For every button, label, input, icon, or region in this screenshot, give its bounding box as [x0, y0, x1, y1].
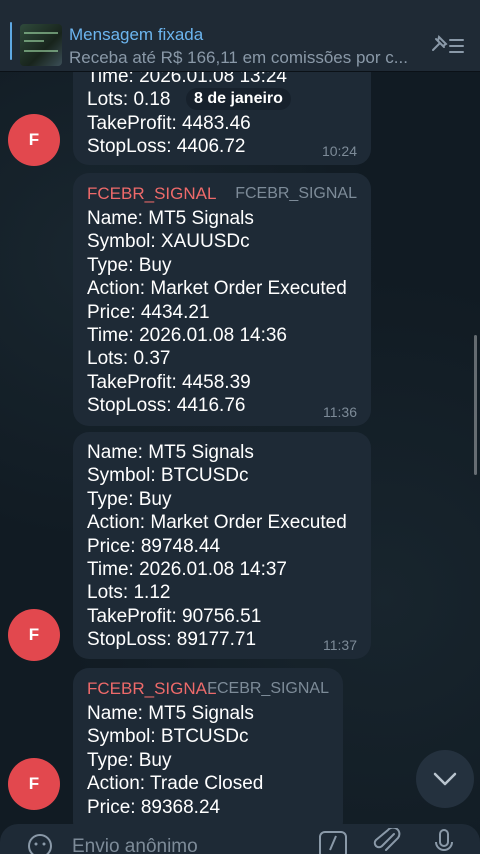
message-time: 10:24 — [321, 143, 357, 159]
message-line: Action: Trade Closed — [87, 773, 264, 795]
emoji-icon[interactable] — [26, 832, 54, 854]
message-line: StopLoss: 4416.76 — [87, 395, 246, 417]
message-line: Type: Buy — [87, 749, 172, 771]
message-bubble-3[interactable]: Name: MT5 Signals Symbol: BTCUSDc Type: … — [73, 432, 371, 659]
message-line: Name: MT5 Signals — [87, 208, 254, 229]
message-line: Lots: 0.37 — [87, 348, 171, 370]
sender-name[interactable]: FCEBR_SIGNAL — [87, 678, 216, 700]
post-signature: FCEBR_SIGNAL — [235, 185, 357, 202]
message-line: TakeProfit: 4458.39 — [87, 371, 251, 393]
message-line: Price: 4434.21 — [87, 301, 210, 323]
message-line: Time: 2026.01.08 14:36 — [87, 325, 287, 347]
avatar[interactable]: F — [8, 609, 60, 661]
message-line: Name: MT5 Signals — [87, 442, 254, 463]
message-line: StopLoss: 4406.72 — [87, 136, 246, 158]
message-line: Name: MT5 Signals — [87, 703, 254, 724]
paperclip-icon[interactable] — [372, 828, 402, 854]
date-pill: 8 de janeiro — [186, 88, 291, 110]
pin-list-icon[interactable] — [430, 34, 466, 56]
avatar[interactable]: F — [8, 758, 60, 810]
pinned-text: Receba até R$ 166,11 em comissões por c.… — [69, 48, 408, 67]
microphone-icon[interactable] — [432, 828, 456, 854]
pinned-indicator — [10, 22, 12, 60]
pinned-thumbnail — [20, 24, 62, 66]
message-line: TakeProfit: 4483.46 — [87, 112, 251, 134]
message-line: Action: Market Order Executed — [87, 512, 347, 534]
avatar[interactable]: F — [8, 114, 60, 166]
message-line: Type: Buy — [87, 254, 172, 276]
message-line: Type: Buy — [87, 488, 172, 510]
message-line: Symbol: BTCUSDc — [87, 465, 249, 487]
message-line: Symbol: XAUUSDc — [87, 231, 250, 253]
pinned-message-bar[interactable]: Mensagem fixada Receba até R$ 166,11 em … — [0, 0, 480, 72]
message-line: Price: 89368.24 — [87, 796, 221, 818]
message-time: 11:36 — [323, 404, 357, 420]
post-signature: FCEBR_SIGNAL — [207, 680, 329, 697]
message-line: TakeProfit: 90756.51 — [87, 605, 262, 627]
message-line: Time: 2026.01.08 14:37 — [87, 559, 287, 581]
pinned-title: Mensagem fixada — [69, 25, 204, 44]
message-line: Action: Market Order Executed — [87, 278, 347, 300]
message-input[interactable]: Envio anônimo — [72, 836, 198, 854]
slash-command-icon[interactable] — [318, 830, 348, 854]
message-bubble-2[interactable]: FCEBR_SIGNAL FCEBR_SIGNAL Name: MT5 Sign… — [73, 173, 371, 426]
message-time: 11:37 — [323, 637, 357, 653]
chevron-down-icon — [433, 772, 457, 786]
message-line: Lots: 1.12 — [87, 582, 171, 604]
message-line: Price: 89748.44 — [87, 535, 221, 557]
scrollbar-thumb[interactable] — [474, 335, 477, 475]
message-line: StopLoss: 89177.71 — [87, 629, 257, 651]
message-bubble-4[interactable]: FCEBR_SIGNAL FCEBR_SIGNAL Name: MT5 Sign… — [73, 668, 343, 838]
message-line: Symbol: BTCUSDc — [87, 726, 249, 748]
sender-name[interactable]: FCEBR_SIGNAL — [87, 183, 216, 205]
scroll-down-button[interactable] — [416, 750, 474, 808]
